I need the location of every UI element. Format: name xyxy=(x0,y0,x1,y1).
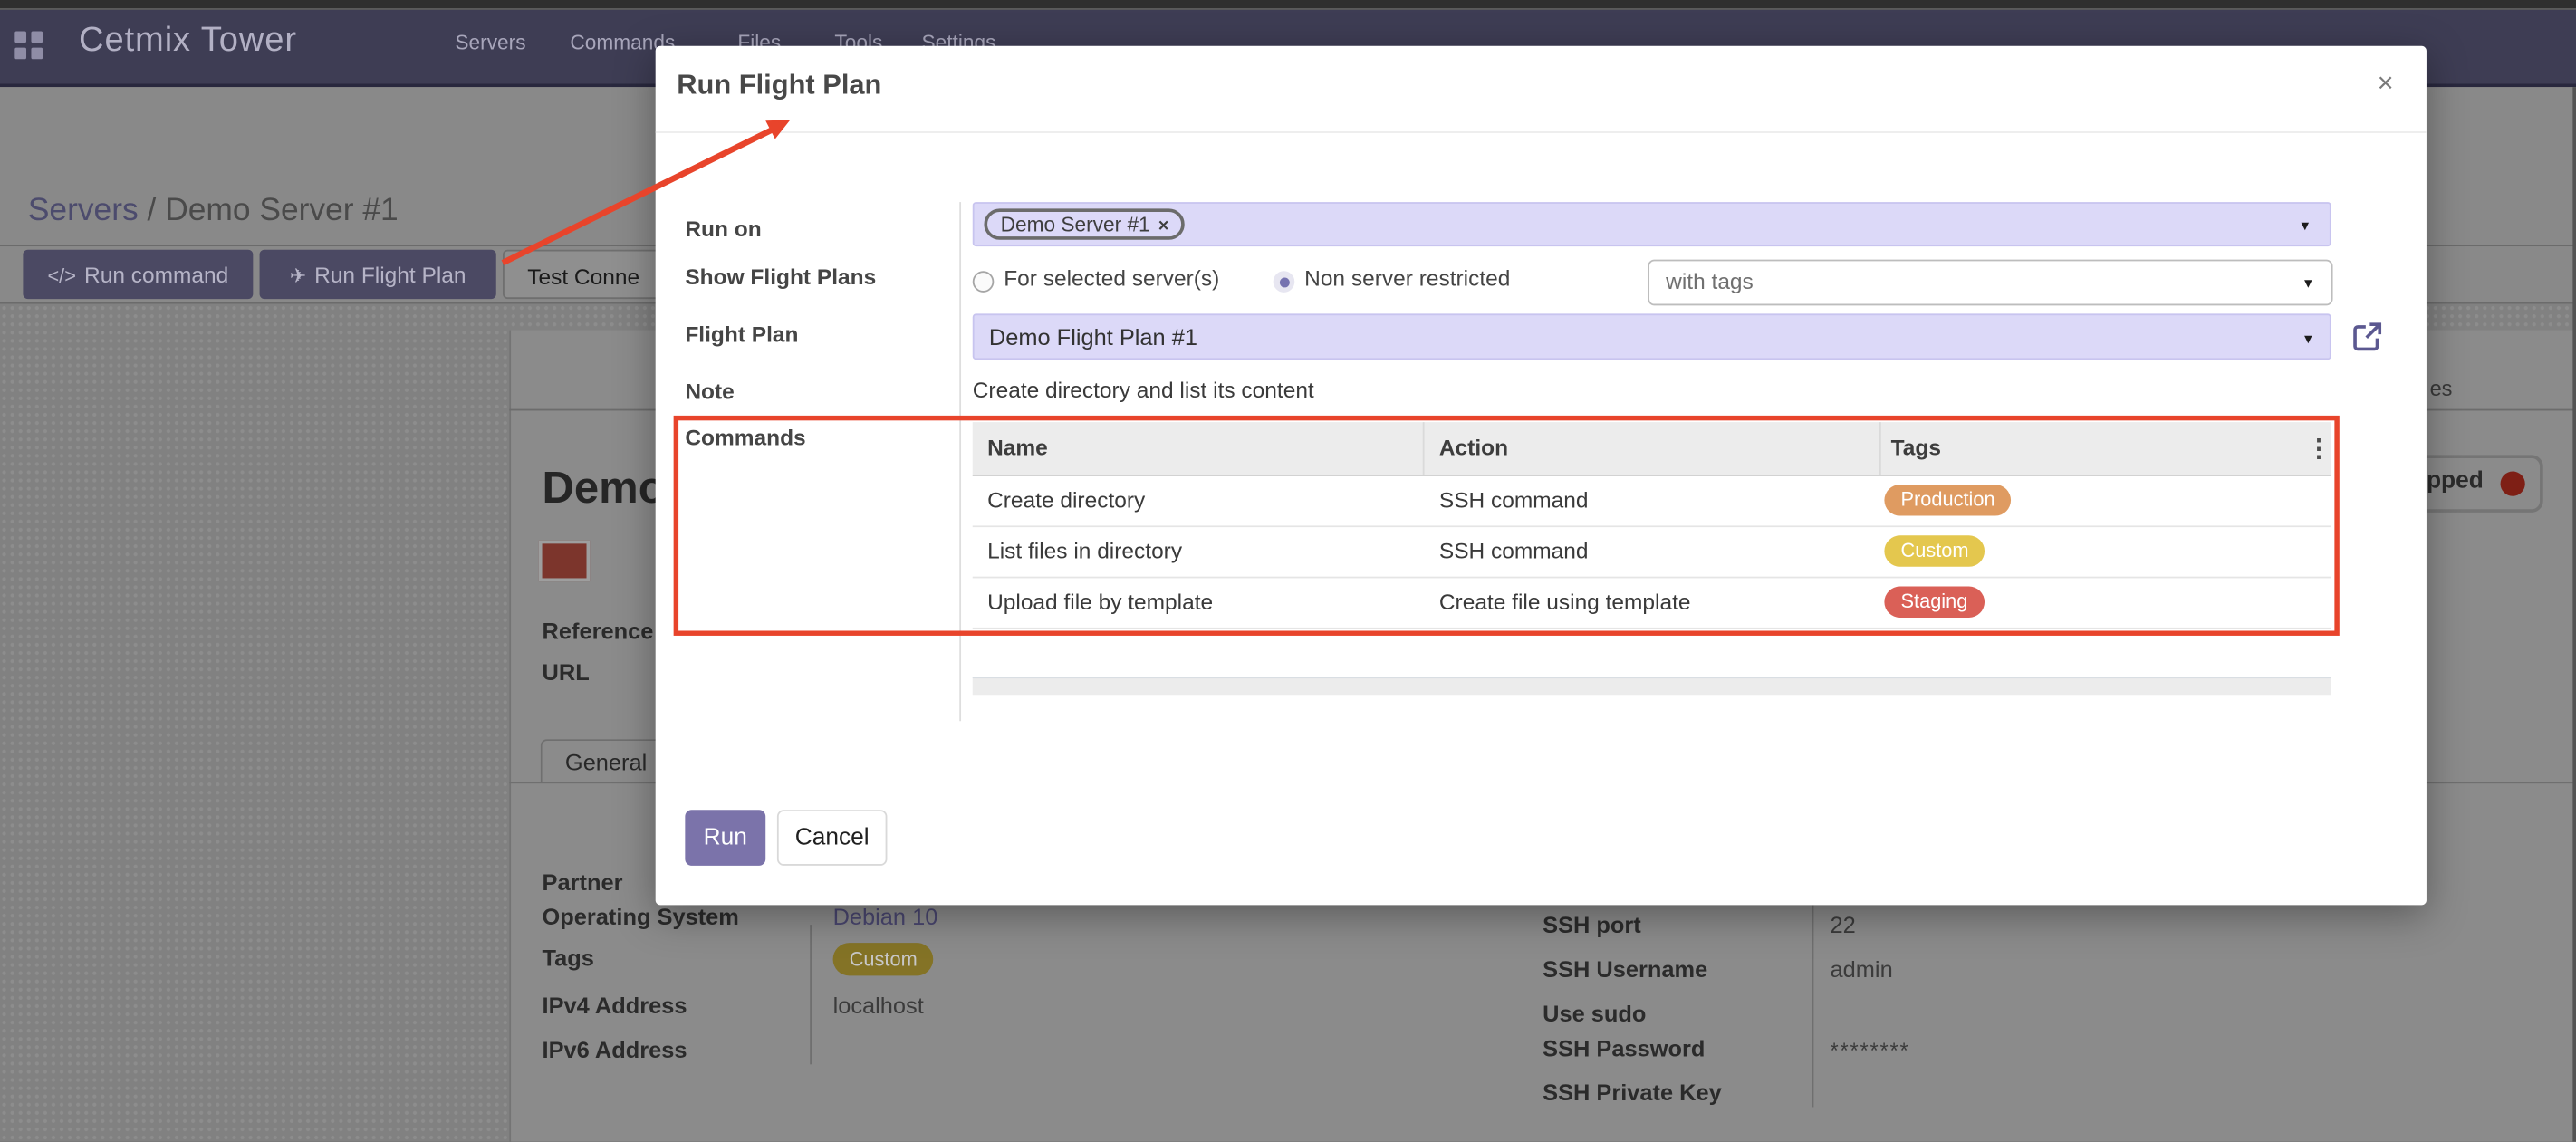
nav-item-servers[interactable]: Servers xyxy=(455,31,525,53)
tag-badge-custom-dimmed: Custom xyxy=(833,943,934,975)
smart-button-fragment[interactable]: es xyxy=(2430,376,2453,400)
field-divider-right xyxy=(1812,905,1814,1107)
ipv6-label: IPv6 Address xyxy=(543,1036,687,1062)
tag-badge-staging: Staging xyxy=(1884,587,1984,618)
ipv4-label: IPv4 Address xyxy=(543,993,687,1019)
dialog-header-divider xyxy=(656,131,2427,133)
ssh-username-label: SSH Username xyxy=(1543,956,1707,983)
partner-label: Partner xyxy=(543,868,623,895)
with-tags-placeholder: with tags xyxy=(1666,269,1754,293)
run-button[interactable]: Run xyxy=(685,810,765,866)
table-scroll-track[interactable] xyxy=(973,677,2331,695)
radio-label-non-server-restricted[interactable]: Non server restricted xyxy=(1304,266,1510,291)
ipv4-value: localhost xyxy=(833,993,924,1019)
radio-label-for-selected-servers[interactable]: For selected server(s) xyxy=(1004,266,1219,291)
ssh-port-label: SSH port xyxy=(1543,912,1641,938)
optional-columns-icon[interactable]: ⋮ xyxy=(2307,434,2331,464)
color-swatch[interactable] xyxy=(539,541,590,581)
dropdown-caret-icon[interactable]: ▼ xyxy=(2302,331,2314,346)
commands-label: Commands xyxy=(685,426,805,450)
ssh-port-value: 22 xyxy=(1831,912,1856,938)
run-command-button[interactable]: </>Run command xyxy=(23,250,253,299)
radio-non-server-restricted[interactable] xyxy=(1274,271,1295,293)
window-top-strip xyxy=(0,0,2576,10)
remove-tag-icon[interactable]: × xyxy=(1158,216,1169,236)
operating-system-value[interactable]: Debian 10 xyxy=(833,904,938,930)
dropdown-caret-icon[interactable]: ▼ xyxy=(2299,218,2312,233)
ssh-username-value: admin xyxy=(1831,956,1893,983)
table-row[interactable]: Upload file by template Create file usin… xyxy=(973,578,2331,629)
cancel-button[interactable]: Cancel xyxy=(777,810,888,866)
tag-badge-production: Production xyxy=(1884,485,2011,515)
operating-system-label: Operating System xyxy=(543,904,739,930)
apps-grid-icon[interactable] xyxy=(14,31,43,59)
ssh-private-key-label: SSH Private Key xyxy=(1543,1080,1722,1106)
tags-label: Tags xyxy=(543,945,594,971)
run-on-label: Run on xyxy=(685,216,761,241)
flight-plan-value: Demo Flight Plan #1 xyxy=(989,323,1197,350)
dialog-title: Run Flight Plan xyxy=(677,69,881,101)
radio-for-selected-servers[interactable] xyxy=(973,271,995,293)
breadcrumb-current: Demo Server #1 xyxy=(165,192,399,228)
table-row[interactable]: Create directory SSH command Production xyxy=(973,476,2331,527)
ssh-password-label: SSH Password xyxy=(1543,1035,1705,1061)
radio-selected-dot xyxy=(1279,277,1289,287)
commands-table-header: Name Action Tags ⋮ xyxy=(973,422,2331,476)
run-on-field[interactable]: Demo Server #1× ▼ xyxy=(973,202,2331,246)
server-title-fragment: Demo xyxy=(543,463,666,513)
note-value: Create directory and list its content xyxy=(973,378,1314,402)
table-row[interactable]: List files in directory SSH command Cust… xyxy=(973,527,2331,578)
breadcrumb-servers-link[interactable]: Servers xyxy=(28,192,139,228)
server-tag-chip[interactable]: Demo Server #1× xyxy=(984,208,1185,239)
external-link-icon[interactable] xyxy=(2350,319,2386,355)
reference-label: Reference xyxy=(543,618,654,644)
ssh-password-value: ******** xyxy=(1831,1038,1910,1062)
breadcrumb: Servers / Demo Server #1 xyxy=(28,192,399,230)
note-label: Note xyxy=(685,379,734,404)
field-divider-left xyxy=(810,925,812,1064)
close-icon[interactable]: × xyxy=(2360,59,2409,108)
run-flight-plan-button[interactable]: ✈Run Flight Plan xyxy=(260,250,496,299)
code-icon: </> xyxy=(47,252,75,300)
breadcrumb-separator: / xyxy=(139,192,166,228)
url-label: URL xyxy=(543,658,590,685)
plane-icon: ✈ xyxy=(290,252,306,300)
brand-title[interactable]: Cetmix Tower xyxy=(79,22,297,62)
status-stopped-dot xyxy=(2501,472,2525,496)
flight-plan-label: Flight Plan xyxy=(685,321,798,346)
viewport-right-edge xyxy=(2572,87,2576,1141)
use-sudo-label: Use sudo xyxy=(1543,1001,1646,1027)
status-label-fragment: pped xyxy=(2427,468,2484,494)
screen: Cetmix Tower Servers Commands Files Tool… xyxy=(0,0,2576,1142)
column-header-action[interactable]: Action xyxy=(1439,436,1508,460)
dropdown-caret-icon[interactable]: ▼ xyxy=(2302,276,2314,291)
tag-badge-custom: Custom xyxy=(1884,535,1985,566)
label-field-divider xyxy=(959,202,961,721)
commands-table: Name Action Tags ⋮ Create directory SSH … xyxy=(973,422,2331,629)
run-flight-plan-dialog: Run Flight Plan × Run on Show Flight Pla… xyxy=(656,46,2427,906)
column-header-tags[interactable]: Tags xyxy=(1891,436,1941,460)
show-flight-plans-label: Show Flight Plans xyxy=(685,264,876,289)
column-header-name[interactable]: Name xyxy=(987,436,1048,460)
